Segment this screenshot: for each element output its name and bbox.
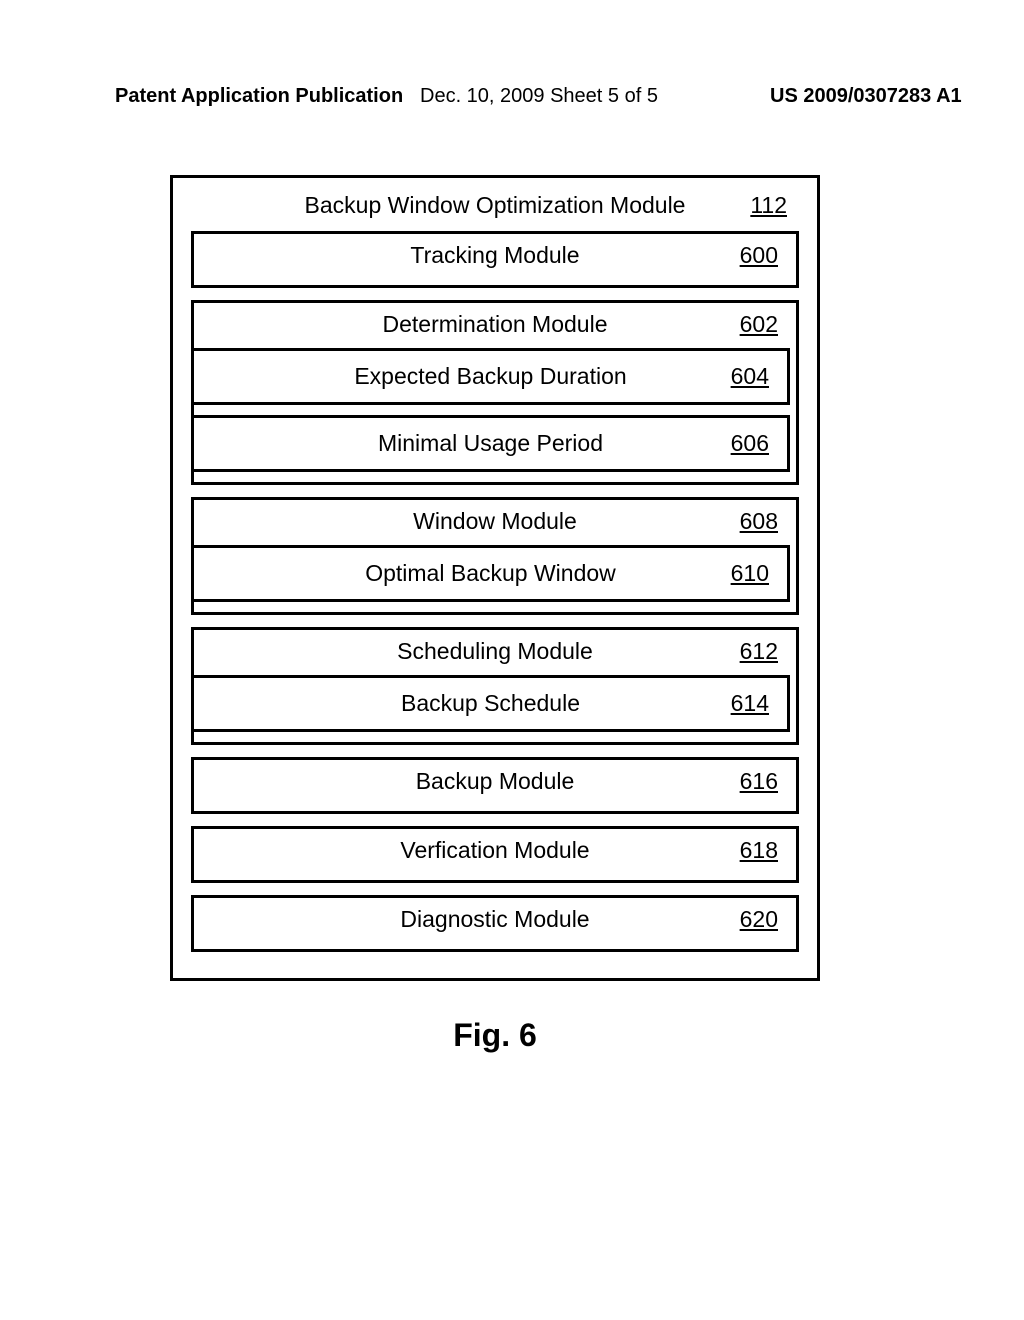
sub-module-title: Optimal Backup Window	[365, 560, 616, 586]
figure-caption: Fig. 6	[170, 1017, 820, 1054]
sub-module-box: Expected Backup Duration 604	[194, 348, 790, 405]
sub-module-title: Backup Schedule	[401, 690, 580, 716]
sub-module-ref: 606	[731, 430, 769, 457]
module-title-row: Window Module 608	[200, 508, 790, 535]
module-ref: 620	[740, 906, 778, 933]
module-title: Verfication Module	[400, 837, 589, 863]
sub-module-title-row: Expected Backup Duration 604	[200, 363, 781, 390]
sub-module-title-row: Backup Schedule 614	[200, 690, 781, 717]
module-ref: 618	[740, 837, 778, 864]
sub-module-ref: 604	[731, 363, 769, 390]
module-title-row: Backup Module 616	[200, 768, 790, 795]
module-box: Backup Module 616	[191, 757, 799, 814]
module-title-row: Diagnostic Module 620	[200, 906, 790, 933]
module-title: Determination Module	[382, 311, 607, 337]
module-ref: 612	[740, 638, 778, 665]
sub-module-box: Minimal Usage Period 606	[194, 415, 790, 472]
sub-module-box: Backup Schedule 614	[194, 675, 790, 732]
module-box: Determination Module 602 Expected Backup…	[191, 300, 799, 485]
outer-module-box: Backup Window Optimization Module 112 Tr…	[170, 175, 820, 981]
module-title-row: Determination Module 602	[200, 311, 790, 338]
module-title: Tracking Module	[410, 242, 579, 268]
outer-module-title-row: Backup Window Optimization Module 112	[191, 192, 799, 219]
outer-module-title: Backup Window Optimization Module	[305, 192, 686, 218]
module-title: Window Module	[413, 508, 577, 534]
module-ref: 608	[740, 508, 778, 535]
module-title: Backup Module	[416, 768, 575, 794]
module-box: Diagnostic Module 620	[191, 895, 799, 952]
module-title-row: Tracking Module 600	[200, 242, 790, 269]
module-title: Scheduling Module	[397, 638, 593, 664]
sub-module-title-row: Optimal Backup Window 610	[200, 560, 781, 587]
outer-module-ref: 112	[750, 192, 787, 219]
module-box: Scheduling Module 612 Backup Schedule 61…	[191, 627, 799, 745]
header-left: Patent Application Publication	[115, 85, 403, 108]
module-ref: 616	[740, 768, 778, 795]
sub-module-title: Expected Backup Duration	[354, 363, 626, 389]
sub-module-ref: 610	[731, 560, 769, 587]
sub-module-title-row: Minimal Usage Period 606	[200, 430, 781, 457]
sub-module-box: Optimal Backup Window 610	[194, 545, 790, 602]
sub-module-title: Minimal Usage Period	[378, 430, 603, 456]
header-right: US 2009/0307283 A1	[770, 85, 962, 108]
figure-area: Backup Window Optimization Module 112 Tr…	[170, 175, 820, 1054]
module-box: Verfication Module 618	[191, 826, 799, 883]
module-title-row: Verfication Module 618	[200, 837, 790, 864]
header-mid: Dec. 10, 2009 Sheet 5 of 5	[420, 85, 658, 108]
sub-module-ref: 614	[731, 690, 769, 717]
module-title: Diagnostic Module	[400, 906, 589, 932]
module-box: Window Module 608 Optimal Backup Window …	[191, 497, 799, 615]
module-title-row: Scheduling Module 612	[200, 638, 790, 665]
module-box: Tracking Module 600	[191, 231, 799, 288]
module-ref: 602	[740, 311, 778, 338]
module-ref: 600	[740, 242, 778, 269]
